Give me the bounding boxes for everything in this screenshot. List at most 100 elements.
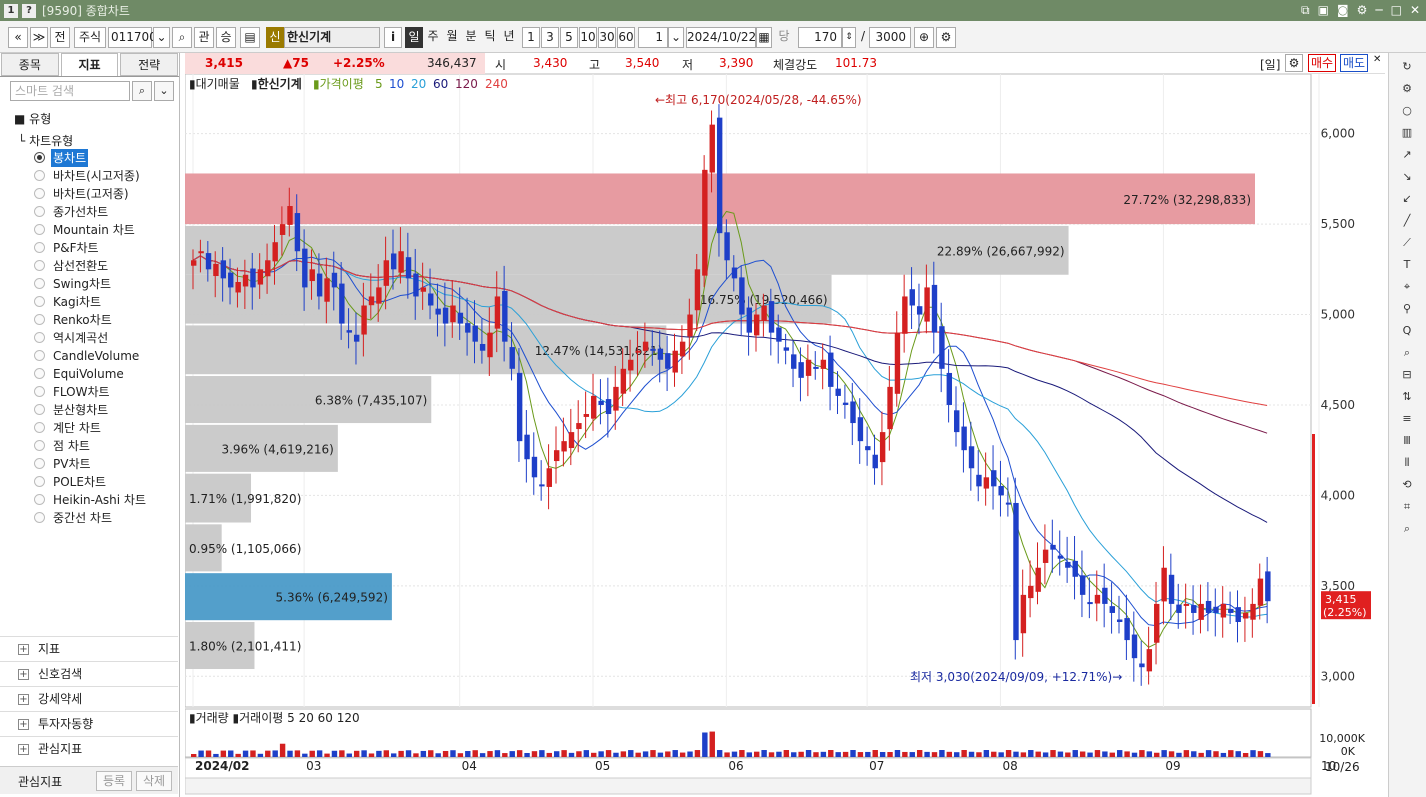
buy-button[interactable]: 매수 bbox=[1308, 54, 1337, 72]
save-icon[interactable]: ▣ bbox=[1318, 3, 1329, 18]
stock-code-input[interactable]: 011700 bbox=[108, 27, 157, 48]
chart-type-option[interactable]: 바차트(시고저종) bbox=[34, 167, 174, 185]
calendar-icon[interactable]: ▦ bbox=[756, 27, 772, 48]
updown-button[interactable]: 승 bbox=[216, 27, 236, 48]
grid-icon[interactable]: Ⅲ bbox=[1399, 433, 1415, 449]
box-icon[interactable]: ⊟ bbox=[1399, 367, 1415, 383]
stock-name-field[interactable]: 한신기계 bbox=[284, 27, 380, 48]
link-icon[interactable]: ⧉ bbox=[1301, 3, 1310, 18]
chart-type-option[interactable]: 분산형차트 bbox=[34, 401, 174, 419]
search-icon[interactable]: ⌕ bbox=[1399, 345, 1415, 361]
indicator-group[interactable]: + 강세약세 bbox=[0, 686, 178, 711]
chart-type-option[interactable]: 종가선차트 bbox=[34, 203, 174, 221]
chart-type-option[interactable]: FLOW차트 bbox=[34, 383, 174, 401]
zoom-icon[interactable]: Q bbox=[1399, 323, 1415, 339]
chart-type-option[interactable]: 점 차트 bbox=[34, 437, 174, 455]
pattern-icon[interactable]: ⌗ bbox=[1399, 499, 1415, 515]
price-chart[interactable]: 27.72% (32,298,833)22.89% (26,667,992)16… bbox=[185, 74, 1385, 797]
refresh-icon[interactable]: ↻ bbox=[1399, 59, 1415, 75]
chevron-down-icon[interactable]: ⌄ bbox=[668, 27, 684, 48]
arrow-icon[interactable]: ⇅ bbox=[1399, 389, 1415, 405]
period-tick-tab[interactable]: 틱 bbox=[481, 27, 499, 48]
chart-type-option[interactable]: Swing차트 bbox=[34, 275, 174, 293]
interval-10[interactable]: 10 bbox=[579, 27, 597, 48]
text-icon[interactable]: T bbox=[1399, 257, 1415, 273]
search-icon[interactable]: ⌕ bbox=[172, 27, 192, 48]
count-input[interactable]: 170 bbox=[798, 27, 842, 48]
fib-icon[interactable]: ≡ bbox=[1399, 411, 1415, 427]
chart-type-option[interactable]: Renko차트 bbox=[34, 311, 174, 329]
prev-button[interactable]: 전 bbox=[50, 27, 70, 48]
type-folder[interactable]: ■ 유형 bbox=[14, 110, 51, 127]
expand-icon[interactable]: ⌄ bbox=[154, 81, 174, 101]
chart-type-option[interactable]: 계단 차트 bbox=[34, 419, 174, 437]
chart-type-option[interactable]: CandleVolume bbox=[34, 347, 174, 365]
nav-prev-button[interactable]: « bbox=[8, 27, 28, 48]
period-week-tab[interactable]: 주 bbox=[424, 27, 442, 48]
chart-type-option[interactable]: 삼선전환도 bbox=[34, 257, 174, 275]
tab-strategy[interactable]: 전략 bbox=[120, 53, 179, 76]
search-icon[interactable]: ⌕ bbox=[132, 81, 152, 101]
period-minute-tab[interactable]: 분 bbox=[462, 27, 480, 48]
settings-icon[interactable]: ⚙ bbox=[1357, 3, 1368, 18]
indicator-group[interactable]: + 투자자동향 bbox=[0, 711, 178, 736]
date-input[interactable]: 2024/10/22 bbox=[686, 27, 756, 48]
chart-type-option[interactable]: EquiVolume bbox=[34, 365, 174, 383]
count-spinner[interactable]: ⇕ bbox=[842, 27, 856, 48]
crosshair-icon[interactable]: ⌖ bbox=[1399, 279, 1415, 295]
screen-id-badge[interactable]: 1 bbox=[4, 3, 18, 18]
interval-input[interactable]: 1 bbox=[638, 27, 668, 48]
trend-down-icon[interactable]: ↘ bbox=[1399, 169, 1415, 185]
period-month-tab[interactable]: 월 bbox=[443, 27, 461, 48]
interval-60[interactable]: 60 bbox=[617, 27, 635, 48]
interval-3[interactable]: 3 bbox=[541, 27, 559, 48]
indicator-group[interactable]: + 관심지표 bbox=[0, 736, 178, 761]
tag-icon[interactable]: ▤ bbox=[240, 27, 260, 48]
chart-type-option[interactable]: 봉차트 bbox=[34, 149, 174, 167]
interval-1[interactable]: 1 bbox=[522, 27, 540, 48]
camera-icon[interactable]: ◙ bbox=[1337, 3, 1349, 18]
minimize-icon[interactable]: ─ bbox=[1375, 3, 1382, 18]
delete-button[interactable]: 삭제 bbox=[136, 771, 172, 791]
chart-type-option[interactable]: Mountain 차트 bbox=[34, 221, 174, 239]
chart-type-option[interactable]: PV차트 bbox=[34, 455, 174, 473]
chart-type-option[interactable]: Heikin-Ashi 차트 bbox=[34, 491, 174, 509]
indicator-group[interactable]: + 신호검색 bbox=[0, 661, 178, 686]
diagonal-icon[interactable]: ↙ bbox=[1399, 191, 1415, 207]
line-icon[interactable]: ╱ bbox=[1399, 213, 1415, 229]
magnet-icon[interactable]: ⚲ bbox=[1399, 301, 1415, 317]
close-icon[interactable]: ✕ bbox=[1373, 54, 1381, 65]
interval-5[interactable]: 5 bbox=[560, 27, 578, 48]
help-icon[interactable]: ? bbox=[22, 3, 36, 18]
period-year-tab[interactable]: 년 bbox=[500, 27, 518, 48]
total-input[interactable]: 3000 bbox=[869, 27, 911, 48]
chart-settings-icon[interactable]: ⚙ bbox=[1285, 54, 1303, 72]
register-button[interactable]: 등록 bbox=[96, 771, 132, 791]
indicator-group[interactable]: + 지표 bbox=[0, 636, 178, 661]
bar-icon[interactable]: ▥ bbox=[1399, 125, 1415, 141]
close-icon[interactable]: ✕ bbox=[1410, 3, 1420, 18]
chart-type-option[interactable]: POLE차트 bbox=[34, 473, 174, 491]
auto-line-icon[interactable]: ⟋ bbox=[1399, 235, 1415, 251]
chart-type-option[interactable]: P&F차트 bbox=[34, 239, 174, 257]
magnify-icon[interactable]: ⌕ bbox=[1399, 521, 1415, 537]
chart-type-option[interactable]: 바차트(고저종) bbox=[34, 185, 174, 203]
chevron-down-icon[interactable]: ⌄ bbox=[153, 27, 170, 48]
info-button[interactable]: i bbox=[384, 27, 402, 48]
chart-type-node[interactable]: └ 차트유형 bbox=[18, 132, 73, 149]
chart-type-option[interactable]: 중간선 차트 bbox=[34, 509, 174, 527]
zoom-icon[interactable]: ⊕ bbox=[914, 27, 934, 48]
gwan-button[interactable]: 관 bbox=[194, 27, 214, 48]
trend-up-icon[interactable]: ↗ bbox=[1399, 147, 1415, 163]
smart-search-input[interactable]: 스마트 검색 bbox=[10, 81, 130, 101]
period-day-tab[interactable]: 일 bbox=[405, 27, 423, 48]
sell-button[interactable]: 매도 bbox=[1340, 54, 1369, 72]
chart-type-option[interactable]: 역시계곡선 bbox=[34, 329, 174, 347]
tab-stocks[interactable]: 종목 bbox=[1, 53, 59, 76]
bars-icon[interactable]: ⦀ bbox=[1399, 455, 1415, 471]
gear-icon[interactable]: ⚙ bbox=[936, 27, 956, 48]
nav-menu-button[interactable]: ≫ bbox=[30, 27, 48, 48]
undo-icon[interactable]: ⟲ bbox=[1399, 477, 1415, 493]
settings-icon[interactable]: ⚙ bbox=[1399, 81, 1415, 97]
circle-icon[interactable]: ○ bbox=[1399, 103, 1415, 119]
